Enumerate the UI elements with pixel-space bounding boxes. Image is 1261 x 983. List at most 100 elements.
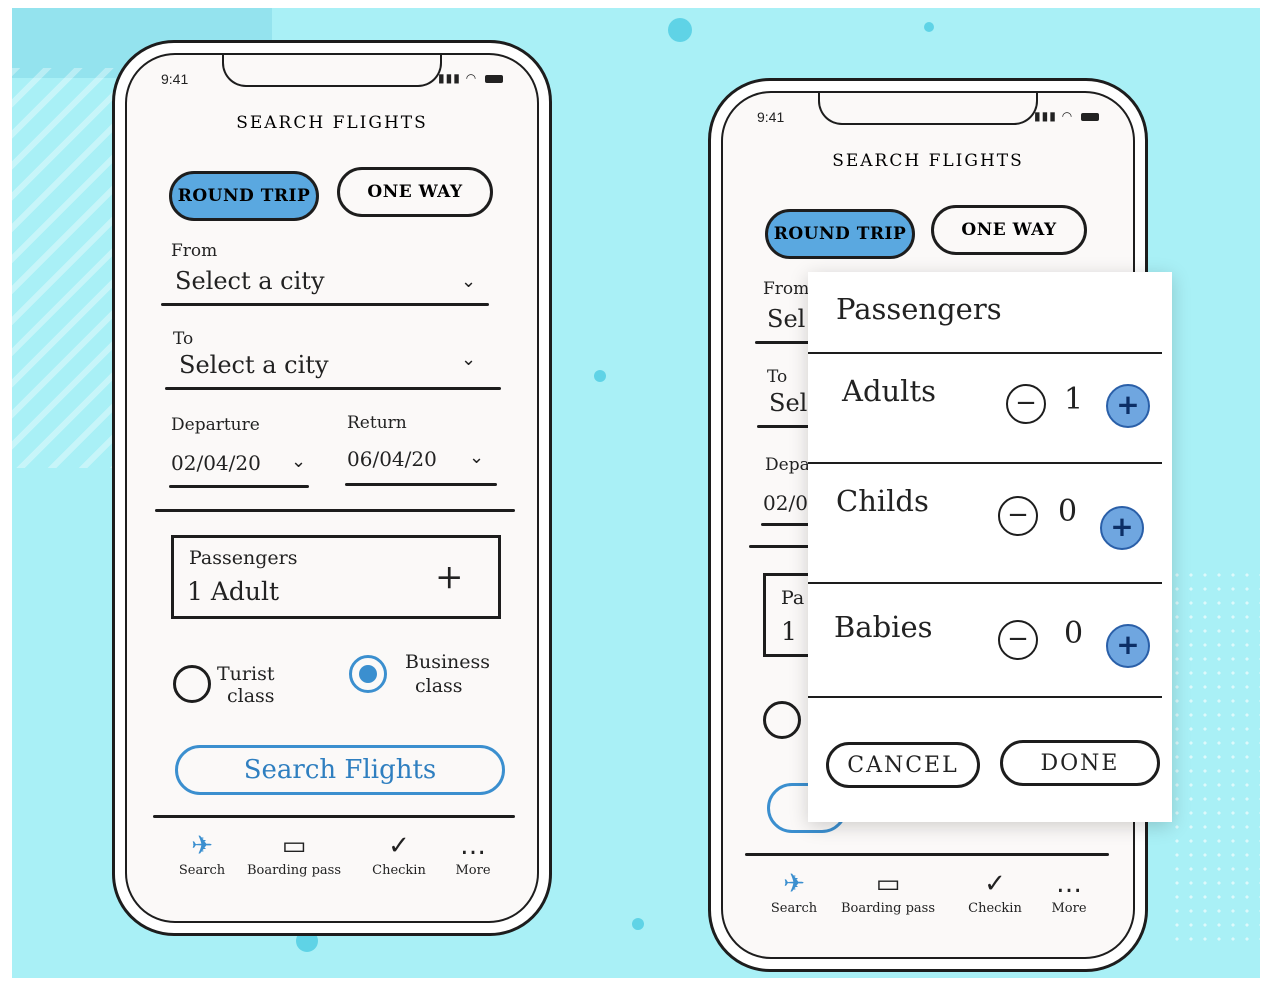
- tourist-class-radio[interactable]: [763, 701, 801, 739]
- business-class-radio[interactable]: [349, 655, 387, 693]
- tab-more[interactable]: … More: [443, 829, 503, 878]
- wifi-icon: ◠: [465, 71, 478, 85]
- tab-more[interactable]: … More: [1039, 867, 1099, 916]
- passengers-value: 1: [781, 617, 797, 646]
- to-underline: [165, 387, 501, 390]
- airplane-icon: ✈: [783, 869, 805, 899]
- page-title: SEARCH FLIGHTS: [832, 151, 1024, 171]
- done-button[interactable]: DONE: [1000, 740, 1160, 786]
- to-field[interactable]: Select a city: [179, 351, 329, 379]
- childs-plus-button[interactable]: +: [1100, 506, 1144, 550]
- tab-boarding-pass[interactable]: ▭ Boarding pass: [833, 867, 943, 916]
- phone-screen: 9:41 ▮▮▮ ◠ SEARCH FLIGHTS ROUND TRIP ONE…: [125, 53, 539, 923]
- tab-bar: ✈ Search ▭ Boarding pass ✓ Checkin … Mor…: [127, 829, 537, 919]
- to-label: To: [767, 367, 788, 387]
- chevron-down-icon[interactable]: ⌄: [291, 451, 306, 472]
- tab-label: Checkin: [968, 901, 1022, 916]
- adults-minus-button[interactable]: −: [1006, 384, 1046, 424]
- childs-count: 0: [1058, 494, 1078, 529]
- round-trip-button[interactable]: ROUND TRIP: [765, 209, 915, 259]
- checkmark-icon: ✓: [984, 869, 1006, 899]
- divider: [808, 582, 1162, 584]
- from-label: From: [171, 241, 218, 261]
- ticket-icon: ▭: [281, 831, 307, 861]
- return-field[interactable]: 06/04/20: [347, 447, 437, 471]
- from-label: From: [763, 279, 810, 299]
- divider: [808, 352, 1162, 354]
- tab-checkin[interactable]: ✓ Checkin: [359, 829, 439, 878]
- from-field[interactable]: Sel: [767, 305, 805, 333]
- status-icons: ▮▮▮ ◠: [438, 71, 503, 85]
- status-icons: ▮▮▮ ◠: [1034, 109, 1099, 123]
- tab-bar: ✈ Search ▭ Boarding pass ✓ Checkin … Mor…: [723, 867, 1133, 957]
- battery-icon: [1081, 112, 1099, 121]
- divider: [808, 462, 1162, 464]
- tabbar-divider: [745, 853, 1109, 856]
- divider: [155, 509, 515, 512]
- airplane-icon: ✈: [191, 831, 213, 861]
- departure-underline: [169, 485, 309, 488]
- status-time: 9:41: [161, 71, 189, 87]
- to-field[interactable]: Sel: [769, 389, 807, 417]
- adults-plus-button[interactable]: +: [1106, 384, 1150, 428]
- decor-bubble: [594, 370, 606, 382]
- tourist-class-radio[interactable]: [173, 665, 211, 703]
- tab-search[interactable]: ✈ Search: [167, 829, 237, 878]
- tourist-class-label: class: [227, 685, 275, 707]
- cancel-button[interactable]: CANCEL: [826, 742, 980, 788]
- to-label: To: [173, 329, 194, 349]
- childs-minus-button[interactable]: −: [998, 496, 1038, 536]
- signal-icon: ▮▮▮: [1034, 109, 1057, 123]
- one-way-button[interactable]: ONE WAY: [931, 205, 1087, 255]
- babies-plus-button[interactable]: +: [1106, 624, 1150, 668]
- passengers-value: 1 Adult: [187, 577, 280, 606]
- departure-field[interactable]: 02/04/20: [171, 451, 261, 475]
- decor-bubble: [924, 22, 934, 32]
- departure-field[interactable]: 02/0: [763, 491, 808, 515]
- return-label: Return: [347, 413, 407, 433]
- adults-count: 1: [1064, 382, 1084, 417]
- round-trip-button[interactable]: ROUND TRIP: [169, 171, 319, 221]
- chevron-down-icon[interactable]: ⌄: [469, 447, 484, 468]
- passengers-dialog: Passengers Adults − 1 + Childs − 0 + Bab…: [808, 272, 1172, 822]
- ticket-icon: ▭: [875, 869, 901, 899]
- status-time: 9:41: [757, 109, 785, 125]
- page-title: SEARCH FLIGHTS: [236, 113, 428, 133]
- tourist-class-label: Turist: [217, 663, 275, 685]
- phone-left: 9:41 ▮▮▮ ◠ SEARCH FLIGHTS ROUND TRIP ONE…: [112, 40, 552, 936]
- chevron-down-icon[interactable]: ⌄: [461, 271, 476, 292]
- tab-boarding-pass[interactable]: ▭ Boarding pass: [239, 829, 349, 878]
- from-field[interactable]: Select a city: [175, 267, 325, 295]
- tab-label: Search: [770, 901, 818, 916]
- tabbar-divider: [153, 815, 515, 818]
- departure-label: Depa: [765, 455, 810, 475]
- return-underline: [345, 483, 497, 486]
- phone-notch: [222, 55, 442, 87]
- more-icon: …: [460, 831, 486, 861]
- business-class-label: class: [415, 675, 463, 697]
- decor-dots: [1170, 568, 1260, 948]
- tab-label: Boarding pass: [840, 901, 936, 916]
- passengers-label: Passengers: [189, 547, 298, 569]
- adults-label: Adults: [842, 374, 936, 408]
- checkmark-icon: ✓: [388, 831, 410, 861]
- one-way-button[interactable]: ONE WAY: [337, 167, 493, 217]
- decor-bubble: [632, 918, 644, 930]
- decor-bubble: [668, 18, 692, 42]
- business-class-label: Business: [405, 651, 491, 673]
- babies-minus-button[interactable]: −: [998, 620, 1038, 660]
- dialog-title: Passengers: [836, 292, 1002, 326]
- more-icon: …: [1056, 869, 1082, 899]
- tab-checkin[interactable]: ✓ Checkin: [955, 867, 1035, 916]
- add-passenger-icon[interactable]: +: [435, 557, 464, 597]
- wifi-icon: ◠: [1061, 109, 1074, 123]
- search-flights-button[interactable]: Search Flights: [175, 745, 505, 795]
- tab-label: More: [455, 863, 491, 878]
- chevron-down-icon[interactable]: ⌄: [461, 349, 476, 370]
- tab-search[interactable]: ✈ Search: [759, 867, 829, 916]
- passengers-label: Pa: [781, 587, 805, 609]
- battery-icon: [485, 74, 503, 83]
- childs-label: Childs: [836, 484, 929, 518]
- tab-label: Boarding pass: [246, 863, 342, 878]
- babies-label: Babies: [834, 610, 933, 644]
